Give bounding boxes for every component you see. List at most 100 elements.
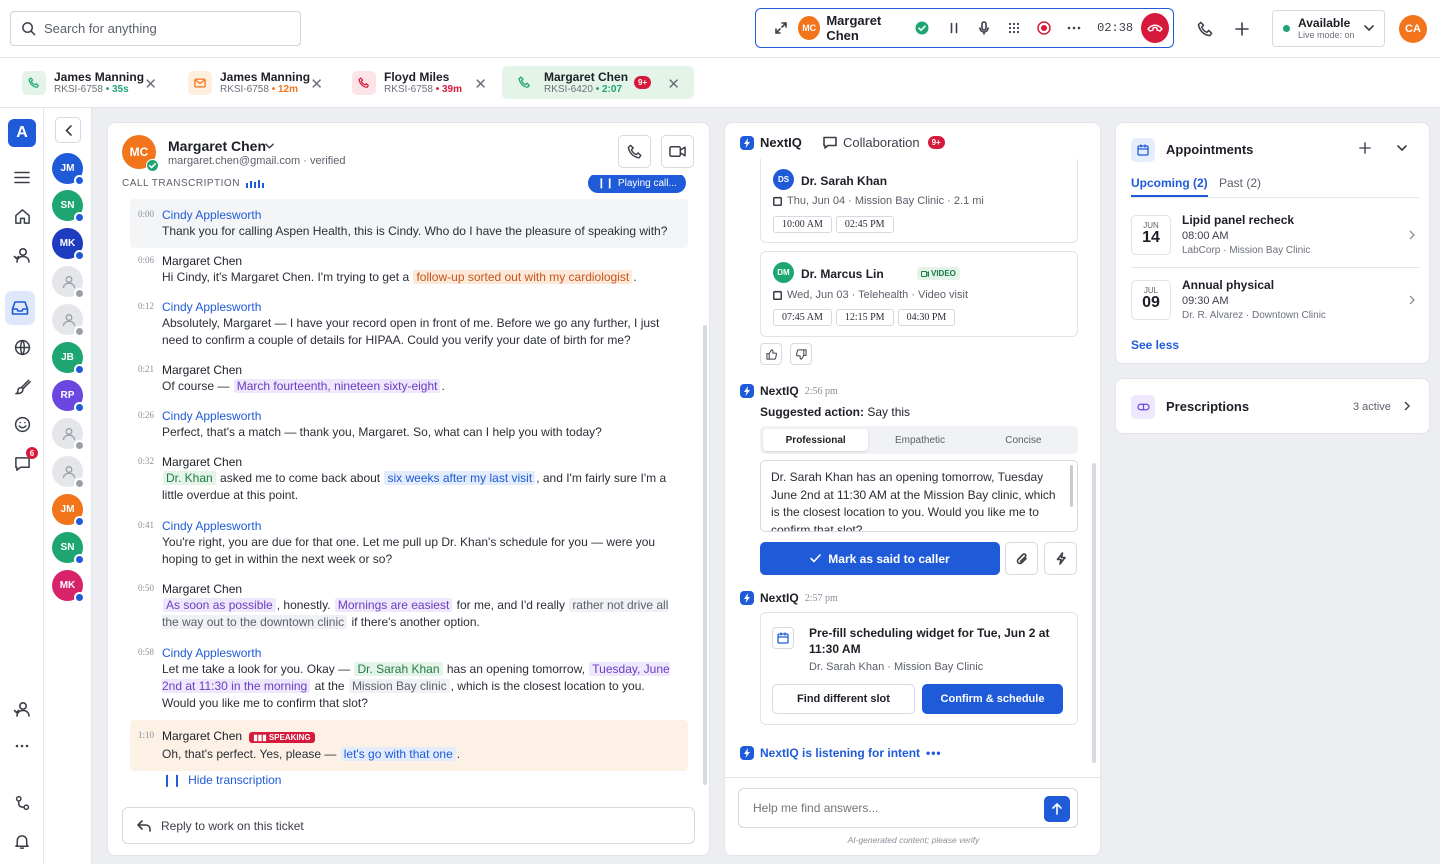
- team-icon[interactable]: [8, 695, 36, 723]
- more-icon[interactable]: [8, 732, 36, 760]
- hangup-button[interactable]: [1141, 13, 1170, 43]
- contact-avatar[interactable]: SN: [52, 532, 85, 565]
- close-icon[interactable]: ✕: [144, 75, 157, 93]
- tone-concise[interactable]: Concise: [972, 435, 1075, 446]
- customer-name[interactable]: Margaret Chen: [168, 138, 266, 154]
- find-slot-button[interactable]: Find different slot: [772, 684, 915, 714]
- close-icon[interactable]: ✕: [310, 75, 323, 93]
- contact-avatar[interactable]: JM: [52, 494, 85, 527]
- contacts-icon[interactable]: [8, 241, 36, 269]
- time-slot[interactable]: 02:45 PM: [835, 216, 894, 233]
- chevron-down-icon[interactable]: [265, 143, 274, 149]
- contact-avatar[interactable]: JB: [52, 342, 85, 375]
- video-button[interactable]: [661, 135, 694, 168]
- tab-nextiq[interactable]: NextIQ: [740, 135, 802, 150]
- tone-empathetic[interactable]: Empathetic: [868, 435, 971, 446]
- entity-highlight[interactable]: let's go with that one: [340, 747, 456, 761]
- provider-card[interactable]: DM Dr. Marcus Lin VIDEO Wed, Jun 03 · Te…: [760, 251, 1078, 337]
- conversation-tab-active[interactable]: Margaret Chen RKSI-6420 • 2:07 9+ ✕: [502, 66, 694, 99]
- user-avatar[interactable]: CA: [1399, 15, 1427, 43]
- thumbs-down-button[interactable]: [790, 343, 812, 365]
- menu-icon[interactable]: [8, 163, 36, 191]
- entity-highlight[interactable]: Dr. Sarah Khan: [354, 662, 443, 676]
- scrollbar[interactable]: [1070, 465, 1073, 507]
- time-slot[interactable]: 12:15 PM: [835, 309, 894, 326]
- entity-highlight[interactable]: Mission Bay clinic: [348, 679, 450, 693]
- bell-icon[interactable]: [8, 827, 36, 855]
- contact-avatar-placeholder[interactable]: [52, 304, 85, 337]
- scrollbar[interactable]: [703, 325, 707, 785]
- confirm-schedule-button[interactable]: Confirm & schedule: [922, 684, 1063, 714]
- thumbs-up-button[interactable]: [760, 343, 782, 365]
- tone-professional[interactable]: Professional: [763, 429, 869, 451]
- dialpad-button[interactable]: [1001, 14, 1027, 42]
- send-button[interactable]: [1044, 796, 1070, 822]
- appointment-item[interactable]: JUL 09 Annual physical 09:30 AM Dr. R. A…: [1131, 278, 1419, 328]
- conversation-tab[interactable]: James Manning RKSI-6758 • 35s ✕: [18, 66, 163, 99]
- entity-highlight[interactable]: Mornings are easiest: [334, 598, 453, 612]
- chevron-down-icon[interactable]: [1397, 145, 1407, 151]
- tab-collaboration[interactable]: Collaboration 9+: [823, 135, 945, 150]
- add-icon[interactable]: [1359, 142, 1371, 154]
- close-icon[interactable]: ✕: [474, 75, 487, 93]
- entity-highlight[interactable]: Dr. Khan: [163, 471, 216, 485]
- tab-upcoming[interactable]: Upcoming (2): [1131, 176, 1208, 197]
- contact-avatar[interactable]: MK: [52, 228, 85, 261]
- contact-avatar-placeholder[interactable]: [52, 266, 85, 299]
- global-search[interactable]: [10, 11, 301, 46]
- hide-transcription-link[interactable]: ❙❙ Hide transcription: [162, 773, 281, 787]
- attach-button[interactable]: [1005, 542, 1038, 575]
- hold-button[interactable]: [941, 14, 967, 42]
- conversation-tab[interactable]: James Manning RKSI-6758 • 12m ✕: [184, 66, 329, 99]
- time-slot[interactable]: 07:45 AM: [773, 309, 832, 326]
- chat-icon[interactable]: 6: [8, 447, 38, 477]
- conversation-tab[interactable]: Floyd Miles RKSI-6758 • 39m ✕: [348, 66, 493, 99]
- ask-input-box[interactable]: [738, 788, 1078, 828]
- close-icon[interactable]: ✕: [667, 75, 680, 93]
- record-button[interactable]: [1031, 14, 1057, 42]
- entity-highlight[interactable]: six weeks after my last visit: [384, 471, 536, 485]
- entity-highlight[interactable]: As soon as possible: [163, 598, 276, 612]
- suggestion-text[interactable]: Dr. Sarah Khan has an opening tomorrow, …: [760, 460, 1078, 532]
- call-button[interactable]: [618, 135, 651, 168]
- contact-avatar[interactable]: SN: [52, 190, 85, 223]
- contact-avatar[interactable]: MK: [52, 570, 85, 603]
- status-label: Available: [1298, 16, 1351, 30]
- time-slot[interactable]: 10:00 AM: [773, 216, 832, 233]
- mark-as-said-button[interactable]: Mark as said to caller: [760, 542, 1000, 575]
- phone-icon[interactable]: [1193, 17, 1217, 41]
- channel-badge: [74, 175, 85, 186]
- scrollbar[interactable]: [1092, 463, 1096, 763]
- expand-icon[interactable]: [768, 14, 794, 42]
- prescriptions-card[interactable]: Prescriptions 3 active: [1115, 378, 1430, 434]
- add-icon[interactable]: [1230, 17, 1254, 41]
- availability-status[interactable]: Available Live mode: on: [1272, 10, 1385, 47]
- inbox-icon[interactable]: [5, 291, 35, 325]
- contact-avatar-placeholder[interactable]: [52, 456, 85, 489]
- contact-avatar[interactable]: RP: [52, 380, 85, 413]
- appointments-card: Appointments Upcoming (2) Past (2) JUN 1…: [1115, 122, 1430, 364]
- home-icon[interactable]: [8, 202, 36, 230]
- time-slot[interactable]: 04:30 PM: [897, 309, 956, 326]
- integrations-icon[interactable]: [8, 789, 36, 817]
- search-input[interactable]: [44, 21, 284, 36]
- contact-avatar-placeholder[interactable]: [52, 418, 85, 451]
- bolt-button[interactable]: [1044, 542, 1077, 575]
- entity-highlight[interactable]: follow-up sorted out with my cardiologis…: [413, 270, 633, 284]
- emoji-icon[interactable]: [8, 410, 36, 438]
- see-less-link[interactable]: See less: [1131, 338, 1179, 352]
- globe-icon[interactable]: [8, 333, 36, 361]
- collapse-button[interactable]: [55, 117, 81, 143]
- tab-past[interactable]: Past (2): [1219, 176, 1261, 190]
- ask-input[interactable]: [753, 801, 1033, 815]
- appointment-item[interactable]: JUN 14 Lipid panel recheck 08:00 AM LabC…: [1131, 213, 1419, 263]
- playing-call-pill[interactable]: ❙❙ Playing call...: [588, 175, 686, 193]
- provider-card[interactable]: DS Dr. Sarah Khan Thu, Jun 04 · Mission …: [760, 159, 1078, 243]
- more-icon[interactable]: [1061, 14, 1087, 42]
- contact-avatar[interactable]: JM: [52, 153, 85, 186]
- app-logo[interactable]: A: [8, 119, 36, 147]
- reply-button[interactable]: Reply to work on this ticket: [122, 807, 695, 844]
- brush-icon[interactable]: [8, 372, 36, 400]
- mute-button[interactable]: [971, 14, 997, 42]
- entity-highlight[interactable]: March fourteenth, nineteen sixty-eight: [233, 379, 441, 393]
